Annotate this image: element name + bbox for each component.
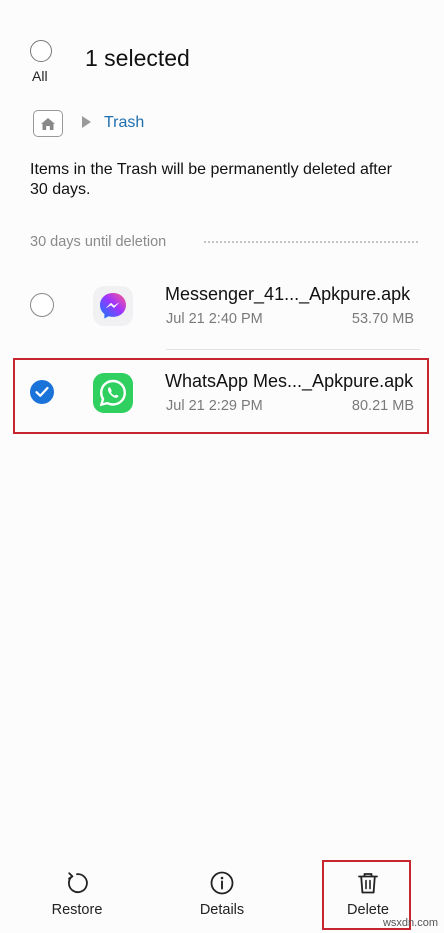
details-label: Details	[199, 902, 245, 918]
trash-info-text: Items in the Trash will be permanently d…	[30, 161, 392, 198]
section-divider	[204, 241, 418, 243]
info-icon	[210, 871, 234, 895]
select-all-checkbox[interactable]	[30, 40, 52, 62]
file-row-messenger[interactable]: Messenger_41..._Apkpure.apk Jul 21 2:40 …	[0, 267, 444, 345]
watermark: wsxdn.com	[382, 917, 438, 929]
file-name: Messenger_41..._Apkpure.apk	[165, 284, 411, 304]
file-size: 53.70 MB	[351, 311, 414, 327]
breadcrumb-home-button[interactable]	[33, 110, 63, 137]
select-all-label: All	[32, 68, 48, 84]
row-checkbox[interactable]	[30, 293, 54, 317]
home-icon	[41, 117, 55, 130]
restore-button[interactable]: Restore	[22, 870, 132, 918]
restore-label: Restore	[51, 902, 103, 918]
row-divider	[166, 349, 420, 350]
file-date: Jul 21 2:40 PM	[166, 311, 263, 327]
section-header: 30 days until deletion	[30, 234, 167, 250]
details-button[interactable]: Details	[167, 870, 277, 918]
selected-row-highlight	[13, 358, 429, 434]
selection-count-title: 1 selected	[85, 45, 190, 71]
breadcrumb-chevron-icon	[82, 116, 91, 128]
restore-icon	[68, 872, 88, 894]
breadcrumb-trash[interactable]: Trash	[104, 114, 144, 132]
messenger-icon	[93, 286, 133, 326]
